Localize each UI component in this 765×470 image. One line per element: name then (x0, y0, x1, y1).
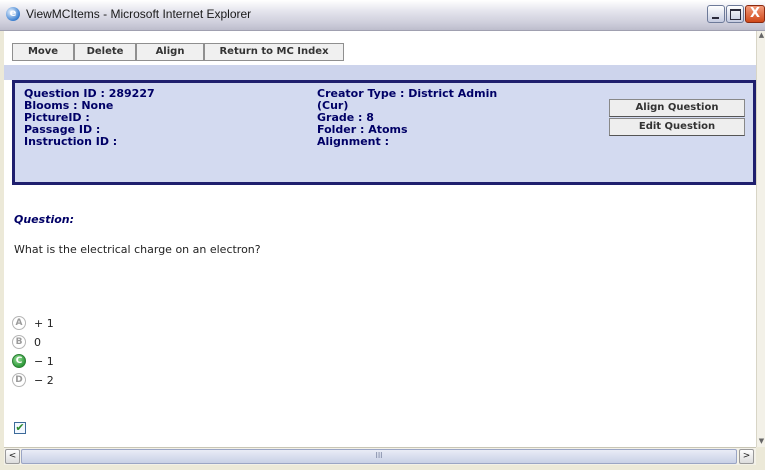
maximize-button[interactable] (726, 5, 744, 23)
close-button[interactable]: X (745, 5, 765, 23)
scroll-left-button[interactable]: < (5, 449, 20, 464)
action-toolbar: Move Delete Align Return to MC Index (4, 31, 756, 65)
align-question-button[interactable]: Align Question (609, 99, 745, 117)
select-checkbox[interactable]: ✔ (14, 422, 26, 434)
return-to-index-button[interactable]: Return to MC Index (204, 43, 344, 61)
question-info-panel: Question ID : 289227 Blooms : None Pictu… (12, 80, 756, 185)
alignment: Alignment : (317, 135, 389, 148)
scroll-thumb[interactable]: III (21, 449, 737, 464)
option-c-text: − 1 (34, 355, 54, 368)
header-band (4, 65, 756, 80)
minimize-button[interactable] (707, 5, 725, 23)
title-bar[interactable]: e ViewMCItems - Microsoft Internet Explo… (0, 0, 765, 31)
window-title: ViewMCItems - Microsoft Internet Explore… (26, 7, 252, 21)
vertical-scrollbar[interactable]: ▲ ▼ (756, 31, 765, 447)
option-c-radio-icon[interactable]: C (12, 354, 26, 368)
option-a-text: + 1 (34, 317, 54, 330)
option-d-text: − 2 (34, 374, 54, 387)
scroll-up-icon[interactable]: ▲ (757, 31, 765, 39)
horizontal-scrollbar[interactable]: < III > (4, 447, 756, 465)
question-text: What is the electrical charge on an elec… (14, 243, 261, 256)
ie-window: e ViewMCItems - Microsoft Internet Explo… (0, 0, 765, 470)
ie-logo-icon: e (6, 7, 20, 21)
move-button[interactable]: Move (12, 43, 74, 61)
option-d-radio-icon[interactable]: D (12, 373, 26, 387)
scroll-down-icon[interactable]: ▼ (757, 437, 765, 445)
edit-question-button[interactable]: Edit Question (609, 118, 745, 136)
option-a-radio-icon[interactable]: A (12, 316, 26, 330)
option-b-radio-icon[interactable]: B (12, 335, 26, 349)
option-b-text: 0 (34, 336, 41, 349)
instruction-id: Instruction ID : (24, 135, 118, 148)
page-content: Move Delete Align Return to MC Index Que… (4, 31, 756, 447)
scroll-right-button[interactable]: > (739, 449, 754, 464)
window-bottom-edge (0, 465, 765, 470)
delete-button[interactable]: Delete (74, 43, 136, 61)
question-label: Question: (14, 213, 75, 226)
align-button[interactable]: Align (136, 43, 204, 61)
